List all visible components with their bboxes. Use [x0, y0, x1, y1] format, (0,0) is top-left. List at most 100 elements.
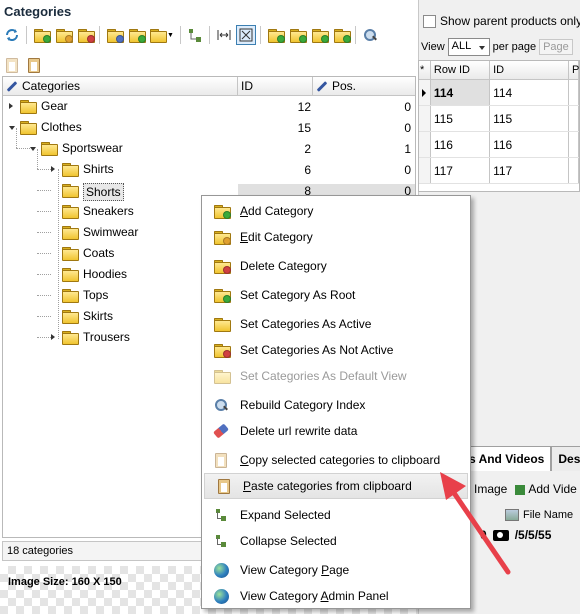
folder-down-icon [289, 29, 307, 43]
category-tree-button[interactable] [104, 25, 124, 45]
tree-row[interactable]: Shirts 6 0 [3, 159, 415, 180]
menu-icon-wrap [210, 370, 232, 384]
toolbar-separator [180, 26, 181, 44]
folder-icon [62, 331, 79, 345]
collapse-toggle-icon[interactable] [30, 147, 36, 151]
menu-icon-wrap [210, 398, 232, 412]
menu-item-delete-url-rewrite-data[interactable]: Delete url rewrite data [202, 418, 470, 444]
image-button[interactable]: Image [474, 482, 507, 496]
column-header-id[interactable]: ID [238, 77, 313, 95]
add-video-button[interactable]: Add Vide [515, 482, 577, 496]
menu-icon-wrap [210, 452, 232, 468]
tree-row[interactable]: Sportswear 2 1 [3, 138, 415, 159]
menu-item-rebuild-category-index[interactable]: Rebuild Category Index [202, 392, 470, 418]
fit-all-button[interactable] [236, 25, 256, 45]
context-menu: Add Category Edit Category Delete Category… [201, 195, 471, 609]
move-down-button[interactable] [287, 25, 307, 45]
add-video-icon [515, 484, 526, 495]
folder-icon [62, 205, 79, 219]
file-name-header[interactable]: File Name [523, 509, 573, 521]
chevron-down-icon: ▼ [167, 31, 174, 39]
refresh-button[interactable] [2, 25, 22, 45]
column-header-id[interactable]: ID [490, 61, 569, 79]
paste-button[interactable] [24, 55, 44, 75]
magnifier-icon [214, 398, 228, 412]
folder-edit-icon [213, 231, 231, 245]
menu-item-paste-categories-from-clipboard[interactable]: Paste categories from clipboard [204, 473, 468, 499]
collapse-toggle-icon[interactable] [9, 126, 15, 130]
table-row[interactable]: 116 116 [419, 132, 579, 158]
products-grid: * Row ID ID P 114 114 115 115 116 116 117 117 [418, 60, 580, 192]
pencil-icon [316, 80, 328, 92]
tree-row[interactable]: Gear 12 0 [3, 96, 415, 117]
tree-pos-cell: 0 [404, 162, 411, 177]
expand-toggle-icon[interactable] [51, 166, 55, 172]
tree-connector [37, 253, 51, 254]
table-row[interactable]: 115 115 [419, 106, 579, 132]
set-root-button[interactable] [126, 25, 146, 45]
tree-label: Shirts [83, 162, 114, 176]
tree-label: Hoodies [83, 267, 128, 281]
show-parent-checkbox-row[interactable]: Show parent products only [423, 14, 580, 28]
menu-item-label: View Category Admin Panel [240, 589, 389, 603]
toolbar-separator [26, 26, 27, 44]
menu-icon-wrap [210, 205, 232, 219]
tree-connector [37, 316, 51, 317]
folder-delete-icon [213, 260, 231, 274]
show-parent-checkbox[interactable] [423, 14, 436, 28]
rebuild-index-button[interactable] [360, 25, 380, 45]
menu-item-view-category-admin-panel[interactable]: View Category Admin Panel [202, 583, 470, 609]
column-header-pos[interactable]: Pos. [313, 77, 415, 95]
folder-icon [150, 29, 168, 43]
move-up-button[interactable] [265, 25, 285, 45]
folder-dropdown-button[interactable]: ▼ [148, 25, 176, 45]
menu-item-view-category-page[interactable]: View Category Page [202, 557, 470, 583]
column-header-rowid[interactable]: Row ID [431, 61, 491, 79]
menu-item-set-category-as-root[interactable]: Set Category As Root [202, 282, 470, 308]
add-category-button[interactable] [31, 25, 51, 45]
folder-root-icon [213, 289, 231, 303]
expand-toggle-icon[interactable] [51, 334, 55, 340]
folder-add-icon [213, 205, 231, 219]
menu-item-set-categories-as-not-active[interactable]: Set Categories As Not Active [202, 337, 470, 363]
tab-description[interactable]: Des [551, 446, 580, 471]
menu-item-add-category[interactable]: Add Category [202, 198, 470, 224]
folder-icon [62, 226, 79, 240]
menu-item-expand-selected[interactable]: Expand Selected [202, 502, 470, 528]
image-row[interactable]: 0 /5/5/55 [480, 528, 551, 542]
delete-category-button[interactable] [75, 25, 95, 45]
tab-images-videos[interactable]: s And Videos [462, 446, 552, 471]
edit-category-button[interactable] [53, 25, 73, 45]
menu-item-collapse-selected[interactable]: Collapse Selected [202, 528, 470, 554]
tree-label: Gear [41, 99, 68, 113]
menu-item-copy-selected-categories-to-clipboard[interactable]: Copy selected categories to clipboard [202, 447, 470, 473]
move-right-button[interactable] [331, 25, 351, 45]
clipboard-toolbar [2, 54, 44, 76]
tree-row[interactable]: Clothes 15 0 [3, 117, 415, 138]
p-cell [569, 158, 579, 183]
table-row[interactable]: 117 117 [419, 158, 579, 184]
panel-title: Categories [4, 4, 72, 19]
tree-expand-icon [189, 29, 201, 42]
move-left-button[interactable] [309, 25, 329, 45]
fit-width-button[interactable] [214, 25, 234, 45]
tree-connector [37, 295, 51, 296]
column-header-p[interactable]: P [569, 61, 579, 79]
expand-button[interactable] [185, 25, 205, 45]
menu-item-label: Add Category [240, 204, 314, 218]
tree-name-cell: Sportswear [3, 138, 238, 159]
menu-item-set-categories-as-active[interactable]: Set Categories As Active [202, 311, 470, 337]
copy-button[interactable] [2, 55, 22, 75]
folder-delete-icon [77, 29, 95, 43]
tree-connector [16, 128, 17, 148]
expand-toggle-icon[interactable] [9, 103, 13, 109]
menu-icon-wrap [210, 344, 232, 358]
table-row[interactable]: 114 114 [419, 80, 579, 106]
view-select[interactable]: ALL [447, 38, 490, 56]
menu-item-delete-category[interactable]: Delete Category [202, 253, 470, 279]
column-header-categories[interactable]: Categories [3, 77, 238, 95]
page-button[interactable]: Page [539, 39, 573, 55]
rowid-cell: 117 [431, 158, 491, 183]
menu-item-edit-category[interactable]: Edit Category [202, 224, 470, 250]
folder-active-icon [213, 318, 231, 332]
